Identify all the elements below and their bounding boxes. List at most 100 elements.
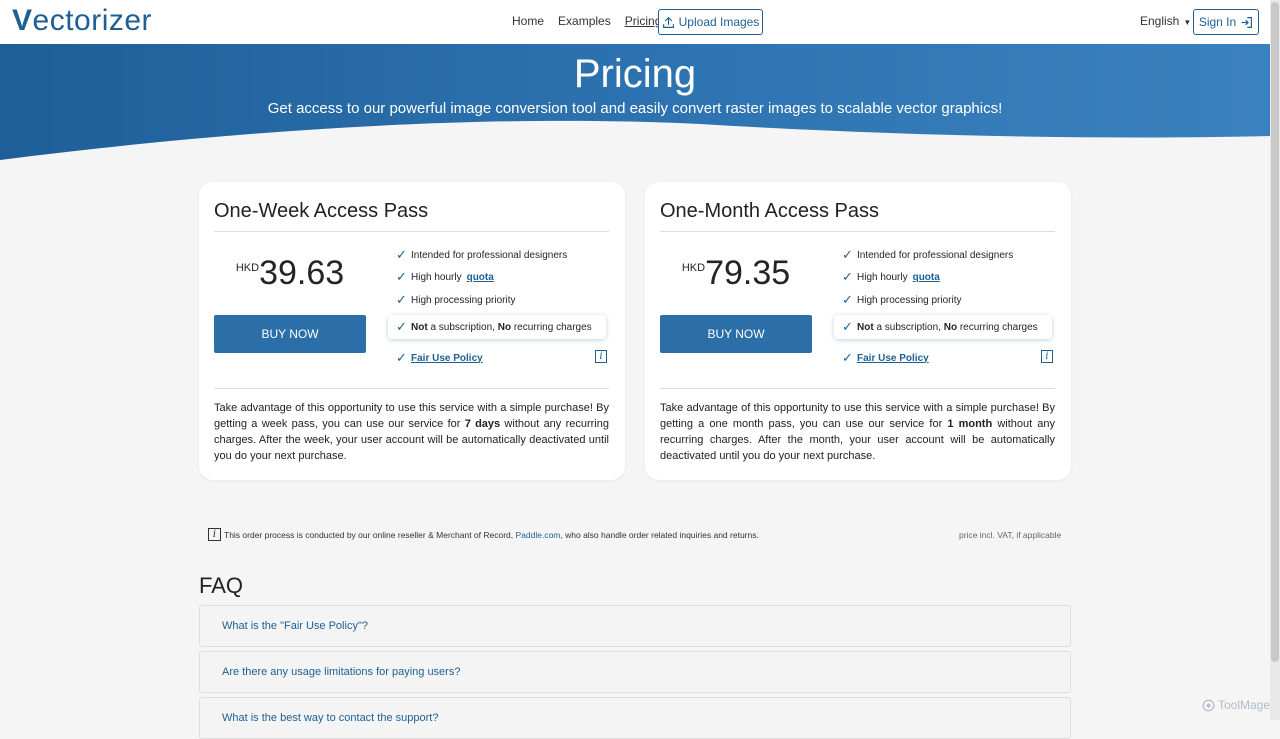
check-icon: ✓ [842, 292, 853, 307]
info-icon: i [208, 528, 221, 541]
price-currency: HKD [681, 262, 706, 274]
note-post: , who also handle order related inquirie… [560, 529, 759, 540]
divider [214, 388, 609, 389]
faq-title: FAQ [199, 573, 244, 598]
navbar: Vectorizer Home Examples Pricing Upload … [0, 0, 1270, 44]
feature-item: ✓ High processing priority [842, 292, 962, 308]
upload-images-button[interactable]: Upload Images [658, 9, 763, 35]
nav-home[interactable]: Home [512, 14, 544, 28]
check-icon: ✓ [396, 269, 407, 284]
price-amount: 79.35 [705, 254, 791, 292]
language-dropdown[interactable]: English ▼ [1140, 14, 1191, 28]
language-label: English [1140, 14, 1180, 28]
plan-description: Take advantage of this opportunity to us… [214, 400, 609, 464]
check-icon: ✓ [842, 269, 853, 284]
feature-text: Not a subscription, No recurring charges [857, 322, 1038, 333]
feature-item: ✓ Intended for professional designers [396, 247, 567, 263]
plan-card-week: One-Week Access Pass HKD39.63 BUY NOW ✓ I… [199, 182, 625, 480]
plan-title: One-Week Access Pass [214, 200, 429, 222]
feature-item: ✓ Fair Use Policy [842, 350, 929, 366]
signin-button[interactable]: Sign In [1193, 9, 1259, 35]
plan-description: Take advantage of this opportunity to us… [660, 400, 1055, 464]
logo[interactable]: Vectorizer [12, 4, 152, 38]
nav-examples[interactable]: Examples [558, 14, 611, 28]
feature-text-part: recurring charges [511, 321, 592, 333]
info-icon[interactable]: i [1041, 350, 1053, 363]
check-icon: ✓ [396, 247, 407, 262]
note-text: This order process is conducted by our o… [224, 530, 759, 540]
feature-text: Not a subscription, No recurring charges [411, 322, 592, 333]
plan-card-month: One-Month Access Pass HKD79.35 BUY NOW ✓… [645, 182, 1071, 480]
vat-note: price incl. VAT, if applicable [959, 530, 1062, 540]
note-pre: This order process is conducted by our o… [224, 529, 516, 540]
feature-item: ✓ Intended for professional designers [842, 247, 1013, 263]
nav-pricing[interactable]: Pricing [625, 14, 662, 28]
scrollbar[interactable] [1270, 0, 1280, 720]
feature-item: ✓ Fair Use Policy [396, 350, 483, 366]
feature-text: High hourly [411, 271, 462, 283]
watermark-text: ToolMage [1218, 698, 1271, 712]
logo-mark: V [12, 4, 33, 37]
fair-use-policy-link[interactable]: Fair Use Policy [857, 353, 929, 364]
quota-link[interactable]: quota [913, 272, 940, 283]
upload-icon [662, 16, 674, 28]
feature-text: High processing priority [857, 294, 962, 306]
plan-title: One-Month Access Pass [660, 200, 879, 222]
faq-item[interactable]: Are there any usage limitations for payi… [199, 651, 1071, 693]
divider [214, 231, 609, 232]
price-amount: 39.63 [259, 254, 345, 292]
feature-item: ✓ High hourly quota [842, 269, 940, 285]
order-note: i This order process is conducted by our… [208, 528, 759, 541]
feature-text-part: a subscription, [873, 321, 944, 333]
faq-item[interactable]: What is the best way to contact the supp… [199, 697, 1071, 739]
signin-label: Sign In [1198, 15, 1237, 29]
buy-now-button[interactable]: BUY NOW [214, 315, 366, 353]
feature-bold: Not [857, 321, 874, 333]
feature-bold: No [943, 321, 958, 333]
fair-use-policy-link[interactable]: Fair Use Policy [411, 353, 483, 364]
buy-now-button[interactable]: BUY NOW [660, 315, 812, 353]
feature-item-highlight: ✓ Not a subscription, No recurring charge… [388, 315, 606, 339]
feature-text: High processing priority [411, 294, 516, 306]
faq-question: Are there any usage limitations for payi… [222, 666, 461, 678]
desc-bold: 7 days [464, 418, 501, 430]
sign-in-icon [1241, 16, 1253, 28]
caret-down-icon: ▼ [1183, 18, 1192, 27]
faq-question: What is the best way to contact the supp… [222, 712, 439, 724]
feature-text: High hourly [857, 271, 908, 283]
feature-text-part: a subscription, [427, 321, 498, 333]
quota-link[interactable]: quota [467, 272, 494, 283]
desc-bold: 1 month [947, 418, 993, 430]
check-icon: ✓ [396, 292, 407, 307]
paddle-link[interactable]: Paddle.com [516, 530, 561, 540]
nav-links: Home Examples Pricing [512, 14, 661, 28]
feature-item: ✓ High hourly quota [396, 269, 494, 285]
plan-price: HKD39.63 [214, 254, 366, 293]
page-subtitle: Get access to our powerful image convers… [267, 100, 1003, 117]
toolmage-logo-icon [1202, 699, 1215, 711]
scrollbar-thumb[interactable] [1271, 2, 1279, 662]
check-icon: ✓ [842, 319, 853, 334]
check-icon: ✓ [842, 247, 853, 262]
info-icon[interactable]: i [595, 350, 607, 363]
check-icon: ✓ [842, 350, 853, 365]
feature-item: ✓ High processing priority [396, 292, 516, 308]
feature-bold: No [497, 321, 512, 333]
watermark: ToolMage [1202, 698, 1270, 712]
upload-label: Upload Images [678, 15, 760, 29]
page-title: Pricing [573, 52, 697, 96]
feature-item-highlight: ✓ Not a subscription, No recurring charge… [834, 315, 1052, 339]
feature-text: Intended for professional designers [411, 249, 568, 261]
feature-text: Intended for professional designers [857, 249, 1014, 261]
faq-item[interactable]: What is the "Fair Use Policy"? [199, 605, 1071, 647]
feature-bold: Not [411, 321, 428, 333]
divider [660, 231, 1055, 232]
faq-question: What is the "Fair Use Policy"? [222, 620, 368, 632]
check-icon: ✓ [396, 319, 407, 334]
hero-banner: Pricing Get access to our powerful image… [0, 44, 1270, 164]
check-icon: ✓ [396, 350, 407, 365]
logo-text: ectorizer [32, 4, 153, 37]
divider [660, 388, 1055, 389]
price-currency: HKD [235, 262, 260, 274]
plan-price: HKD79.35 [660, 254, 812, 293]
